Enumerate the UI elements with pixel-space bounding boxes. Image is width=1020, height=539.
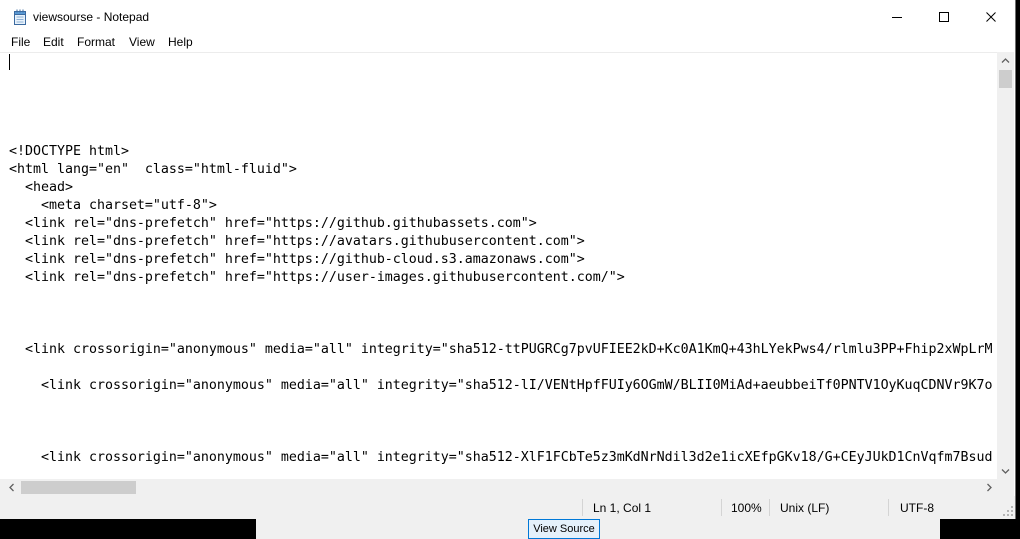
editor-line[interactable]: <head> [9, 179, 997, 197]
minimize-icon [891, 17, 902, 18]
editor-line[interactable] [9, 107, 997, 125]
status-zoom: 100% [731, 501, 762, 515]
editor-line[interactable] [9, 89, 997, 107]
editor-line[interactable] [9, 395, 997, 413]
editor-line[interactable]: <html lang="en" class="html-fluid"> [9, 161, 997, 179]
chevron-up-icon [1001, 57, 1010, 63]
menu-file[interactable]: File [4, 33, 37, 52]
vertical-scroll-thumb[interactable] [999, 70, 1012, 88]
text-editor[interactable]: <!DOCTYPE html> <html lang="en" class="h… [0, 52, 997, 479]
editor-line[interactable]: <link rel="dns-prefetch" href="https://a… [9, 233, 997, 251]
close-icon [985, 12, 996, 22]
chevron-right-icon [986, 483, 992, 492]
editor-line[interactable] [9, 71, 997, 89]
horizontal-scrollbar[interactable] [0, 479, 997, 496]
status-separator [721, 499, 722, 516]
status-line-ending: Unix (LF) [780, 501, 830, 515]
editor-line[interactable] [9, 359, 997, 377]
editor-line[interactable]: <meta charset="utf-8"> [9, 197, 997, 215]
editor-line[interactable] [9, 431, 997, 449]
status-bar: Ln 1, Col 1 100% Unix (LF) UTF-8 [0, 496, 1015, 519]
horizontal-scroll-thumb[interactable] [21, 481, 136, 494]
editor-lines[interactable]: <!DOCTYPE html> <html lang="en" class="h… [9, 53, 997, 467]
scroll-right-button[interactable] [980, 479, 997, 496]
status-separator [582, 499, 583, 516]
editor-line[interactable] [9, 305, 997, 323]
notepad-window: viewsourse - Notepad File Edit Format Vi… [0, 0, 1016, 519]
background-window: View Source [256, 519, 940, 539]
status-separator [769, 499, 770, 516]
maximize-button[interactable] [920, 2, 967, 32]
editor-line[interactable]: <link rel="dns-prefetch" href="https://g… [9, 215, 997, 233]
scroll-down-button[interactable] [997, 462, 1014, 479]
menu-help[interactable]: Help [161, 33, 200, 52]
status-separator [888, 499, 889, 516]
title-bar[interactable]: viewsourse - Notepad [0, 0, 1015, 32]
menu-view[interactable]: View [122, 33, 162, 52]
editor-line[interactable]: <link rel="dns-prefetch" href="https://u… [9, 269, 997, 287]
editor-line[interactable]: <link rel="dns-prefetch" href="https://g… [9, 251, 997, 269]
editor-line[interactable]: <link crossorigin="anonymous" media="all… [9, 341, 997, 359]
size-grip-graphic [1003, 506, 1013, 516]
editor-line[interactable] [9, 287, 997, 305]
notepad-icon[interactable] [12, 9, 28, 25]
chevron-down-icon [1001, 468, 1010, 474]
maximize-icon [938, 12, 949, 22]
notepad-icon-graphic [14, 9, 26, 25]
scrollbar-corner [997, 479, 1014, 496]
status-encoding: UTF-8 [900, 501, 934, 515]
editor-line[interactable] [9, 125, 997, 143]
status-cursor-position: Ln 1, Col 1 [593, 501, 652, 515]
minimize-button[interactable] [873, 2, 920, 32]
size-grip-icon[interactable] [1002, 505, 1014, 517]
window-title: viewsourse - Notepad [33, 10, 150, 24]
menu-edit[interactable]: Edit [36, 33, 71, 52]
editor-line[interactable]: <!DOCTYPE html> [9, 143, 997, 161]
menu-format[interactable]: Format [70, 33, 122, 52]
menu-bar: File Edit Format View Help [0, 33, 1015, 52]
scroll-up-button[interactable] [997, 52, 1014, 69]
text-caret [9, 54, 10, 70]
vertical-scrollbar[interactable] [997, 52, 1014, 479]
editor-line[interactable]: <link crossorigin="anonymous" media="all… [9, 449, 997, 467]
editor-line[interactable] [9, 323, 997, 341]
editor-line[interactable]: <link crossorigin="anonymous" media="all… [9, 377, 997, 395]
view-source-button[interactable]: View Source [528, 519, 600, 539]
scroll-left-button[interactable] [3, 479, 20, 496]
chevron-left-icon [8, 483, 14, 492]
close-button[interactable] [967, 2, 1014, 32]
editor-line[interactable] [9, 53, 997, 71]
editor-line[interactable] [9, 413, 997, 431]
